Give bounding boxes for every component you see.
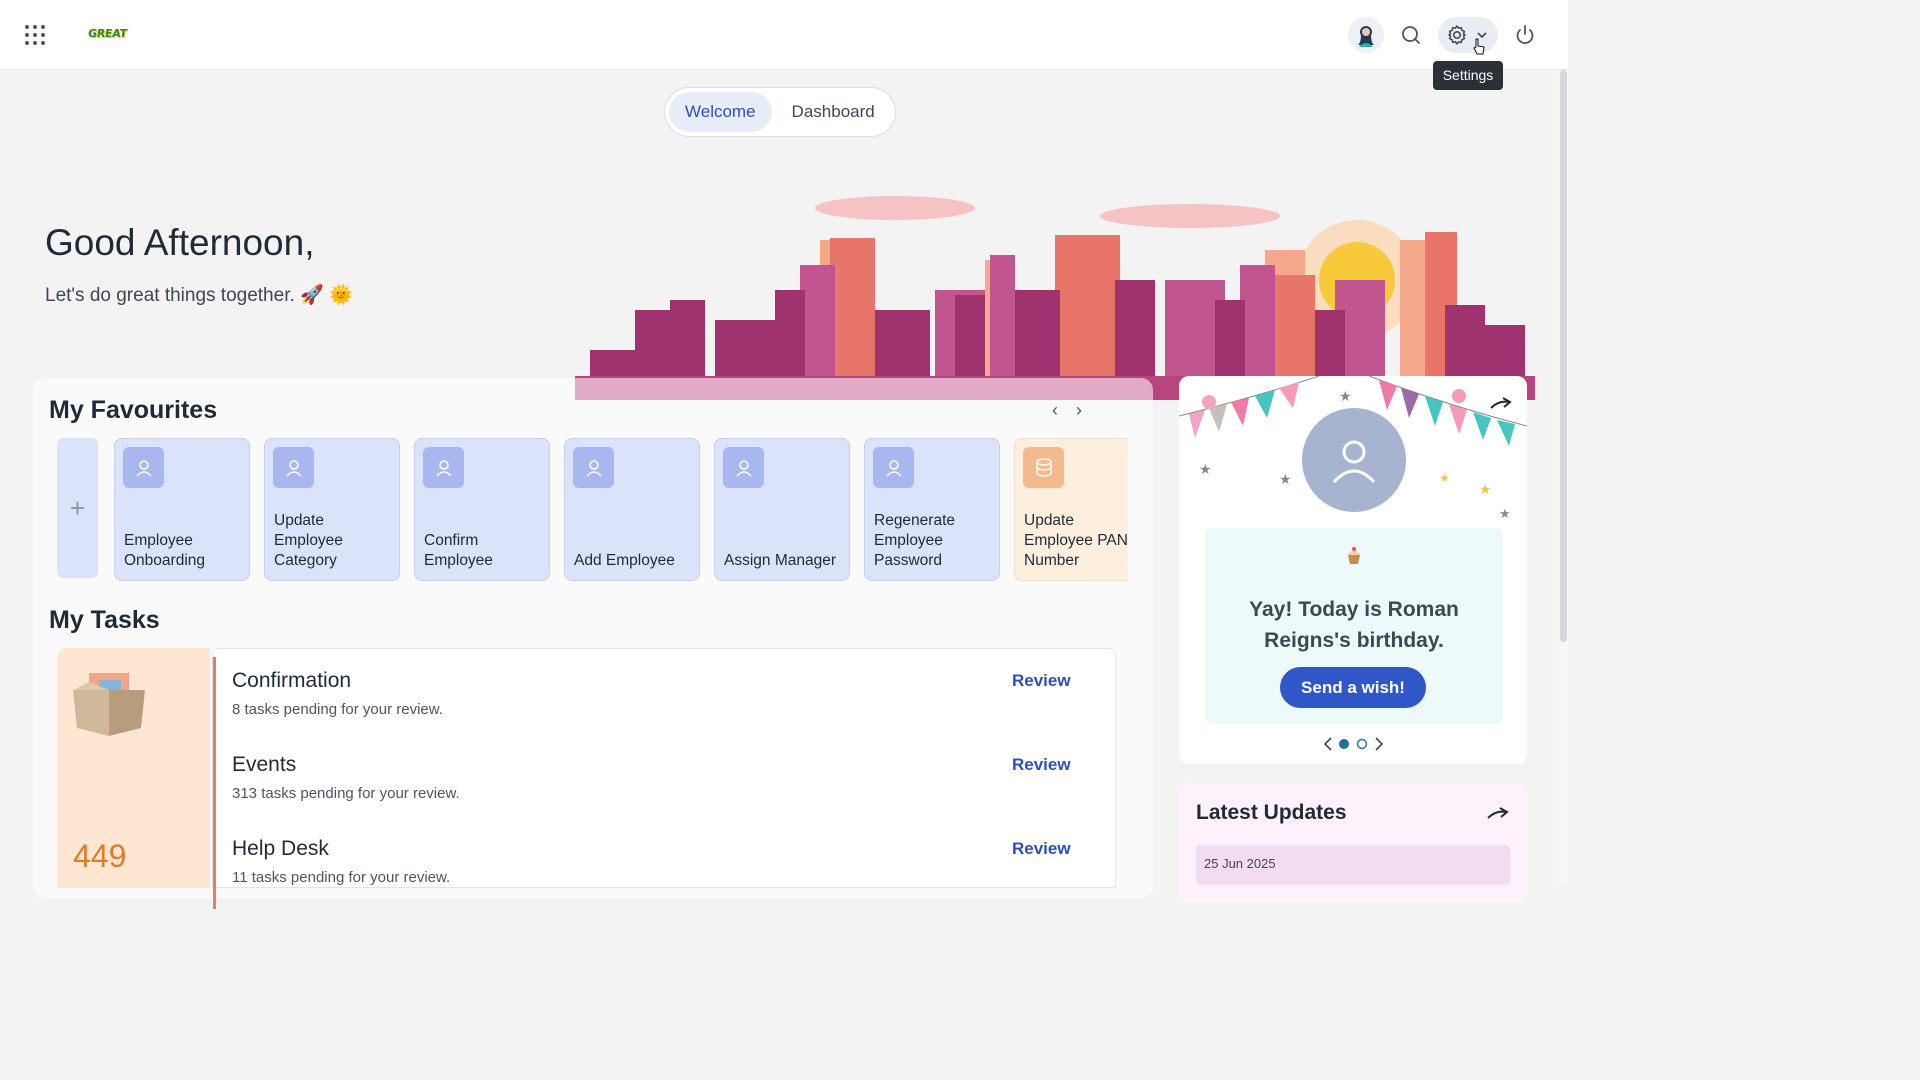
birthday-message: Yay! Today is Roman Reigns's birthday. — [1249, 598, 1459, 652]
review-button[interactable]: Review — [1012, 671, 1071, 691]
user-icon — [723, 447, 764, 488]
favourites-prev-icon[interactable]: ‹ — [1045, 400, 1065, 420]
favourite-card[interactable]: Update Employee Category — [264, 438, 400, 581]
user-icon — [423, 447, 464, 488]
update-date: 25 Jun 2025 — [1196, 845, 1510, 885]
favourite-label: Update Employee Category — [274, 512, 343, 569]
task-row: Confirmation 8 tasks pending for your re… — [213, 657, 1115, 741]
user-icon — [273, 447, 314, 488]
user-avatar[interactable] — [1348, 17, 1384, 53]
svg-text:★: ★ — [1339, 388, 1352, 404]
svg-text:★: ★ — [1439, 471, 1450, 485]
latest-updates-card: Latest Updates 25 Jun 2025 — [1179, 783, 1527, 903]
greeting-subtitle: Let's do great things together. 🚀 🌞 — [45, 285, 353, 306]
favourite-label: Update Employee PAN Number — [1024, 512, 1128, 569]
latest-updates-title: Latest Updates — [1196, 801, 1347, 824]
top-bar: GREAT — [0, 0, 1568, 70]
favourites-next-icon[interactable]: › — [1069, 400, 1089, 420]
box-icon — [73, 673, 145, 736]
favourite-label: Assign Manager — [724, 552, 837, 569]
task-row: Help Desk 11 tasks pending for your revi… — [213, 825, 1115, 909]
review-button[interactable]: Review — [1012, 839, 1071, 859]
carousel-pager — [1323, 737, 1384, 751]
tasks-summary-card: 449 — [57, 648, 210, 888]
arrow-icon[interactable] — [1489, 394, 1513, 414]
review-button[interactable]: Review — [1012, 755, 1071, 775]
task-subtitle: 313 tasks pending for your review. — [232, 785, 460, 802]
user-icon — [123, 447, 164, 488]
tasks-total-count: 449 — [73, 838, 127, 874]
view-tabs: Welcome Dashboard — [664, 87, 896, 137]
task-title: Help Desk — [232, 837, 329, 860]
arrow-icon[interactable] — [1486, 805, 1510, 823]
database-icon — [1023, 447, 1064, 488]
favourite-card[interactable]: Add Employee — [564, 438, 700, 581]
birthday-avatar — [1299, 405, 1409, 515]
task-row: Events 313 tasks pending for your review… — [213, 741, 1115, 825]
cupcake-icon — [1347, 547, 1361, 564]
gear-icon — [1448, 25, 1466, 45]
svg-text:★: ★ — [1499, 506, 1511, 521]
search-icon[interactable] — [1398, 22, 1424, 48]
favourite-card[interactable]: Regenerate Employee Password — [864, 438, 1000, 581]
favourite-label: Employee Onboarding — [124, 532, 206, 569]
task-subtitle: 8 tasks pending for your review. — [232, 701, 443, 718]
favourite-card[interactable]: Update Employee PAN Number — [1014, 438, 1128, 581]
task-title: Events — [232, 753, 297, 776]
apps-grid-icon[interactable] — [25, 25, 45, 45]
user-icon — [873, 447, 914, 488]
company-logo[interactable]: GREAT — [87, 27, 128, 40]
task-title: Confirmation — [232, 669, 352, 692]
cursor-icon — [1473, 38, 1485, 55]
tab-dashboard[interactable]: Dashboard — [776, 92, 891, 132]
add-favourite-button[interactable]: + — [57, 438, 98, 578]
city-skyline-illustration — [575, 196, 1535, 400]
svg-text:★: ★ — [1199, 461, 1212, 477]
favourites-title: My Favourites — [49, 396, 218, 424]
favourites-overflow: Update Employee PAN Number — [1010, 430, 1128, 590]
birthday-card: ★ ★ ★ ★ ★ ★ Yay! Today is Roman Reigns's… — [1179, 376, 1527, 764]
settings-button[interactable] — [1438, 17, 1498, 55]
scrollbar-thumb[interactable] — [1560, 70, 1567, 642]
tasks-title: My Tasks — [49, 606, 160, 634]
settings-tooltip: Settings — [1433, 61, 1503, 90]
tab-welcome[interactable]: Welcome — [669, 92, 772, 132]
svg-text:★: ★ — [1479, 481, 1492, 497]
favourite-card[interactable]: Employee Onboarding — [114, 438, 250, 581]
favourite-card[interactable]: Confirm Employee — [414, 438, 550, 581]
greeting-title: Good Afternoon, — [45, 222, 315, 263]
page-scrollbar[interactable] — [1559, 70, 1568, 882]
power-icon[interactable] — [1512, 22, 1538, 48]
user-icon — [573, 447, 614, 488]
svg-text:★: ★ — [1279, 471, 1292, 487]
favourite-card[interactable]: Assign Manager — [714, 438, 850, 581]
task-subtitle: 11 tasks pending for your review. — [232, 869, 451, 886]
send-wish-button[interactable]: Send a wish! — [1280, 667, 1426, 708]
favourite-label: Confirm Employee — [424, 532, 493, 569]
favourite-label: Regenerate Employee Password — [874, 512, 956, 569]
favourite-label: Add Employee — [574, 552, 675, 569]
tasks-list: Confirmation 8 tasks pending for your re… — [212, 648, 1116, 909]
